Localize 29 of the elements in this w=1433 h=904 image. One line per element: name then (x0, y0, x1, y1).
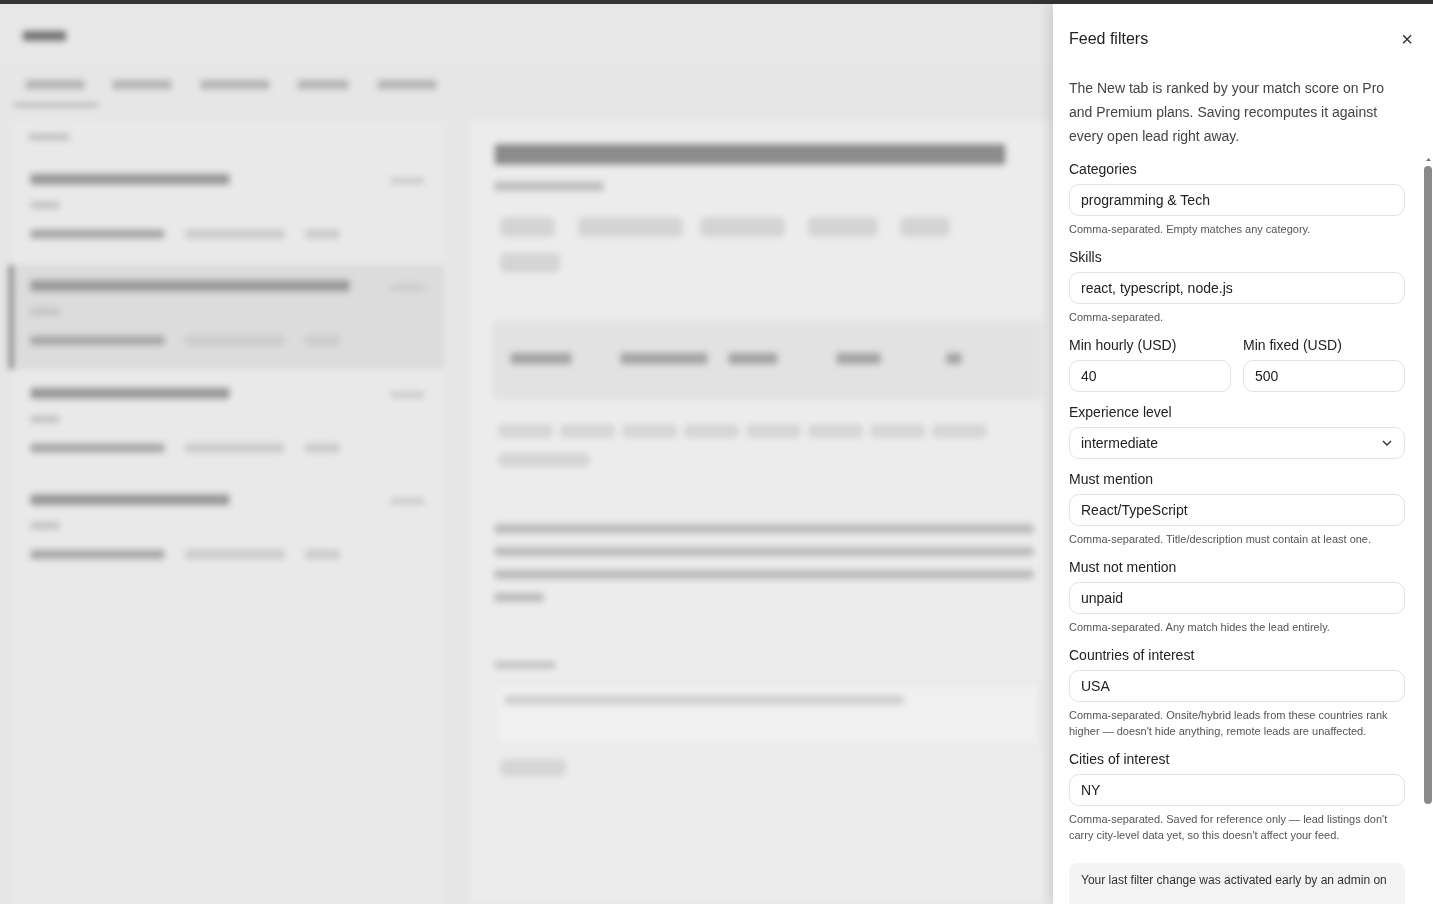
field-hint: Comma-separated. Any match hides the lead entirely. (1069, 620, 1331, 635)
field-label: Categories (1069, 160, 1138, 179)
chevron-down-icon (1382, 440, 1392, 446)
text-field[interactable]: react, typescript, node.js (1069, 272, 1405, 304)
field-hint: Comma-separated. Empty matches any category. (1069, 222, 1312, 237)
field-label: Skills (1069, 248, 1103, 267)
text-field[interactable]: 500 (1243, 360, 1405, 392)
drawer-title: Feed filters (1069, 29, 1149, 49)
text-field[interactable]: 40 (1069, 360, 1231, 392)
text-field[interactable]: USA (1069, 670, 1405, 702)
text-field[interactable]: unpaid (1069, 582, 1405, 614)
field-label: Must mention (1069, 470, 1155, 489)
text-field[interactable]: React/TypeScript (1069, 494, 1405, 526)
field-hint: Comma-separated. (1069, 310, 1165, 325)
field-label: Countries of interest (1069, 646, 1196, 665)
close-button[interactable]: × (1397, 29, 1417, 49)
field-label: Cities of interest (1069, 750, 1171, 769)
select-field[interactable]: intermediate (1069, 427, 1405, 459)
text-field[interactable]: programming & Tech (1069, 184, 1405, 216)
notice-box: Your last filter change was activated early by an admin on (1069, 863, 1405, 904)
field-hint: Comma-separated. Saved for reference only — lead listings don't carry city-level data yet, so this doesn't affect your feed. (1069, 812, 1389, 843)
field-hint: Comma-separated. Onsite/hybrid leads from these countries rank higher — doesn't hide anything, remote leads are unaffected. (1069, 708, 1389, 739)
field-label: Must not mention (1069, 558, 1178, 577)
field-label: Experience level (1069, 403, 1173, 422)
intro-text: The New tab is ranked by your match score on Pro and Premium plans. Saving recomputes it against every open lead right away. (1069, 79, 1386, 146)
field-label: Min hourly (USD) (1069, 336, 1178, 355)
field-label: Min fixed (USD) (1243, 336, 1343, 355)
field-hint: Comma-separated. Title/description must contain at least one. (1069, 532, 1373, 547)
text-field[interactable]: NY (1069, 774, 1405, 806)
